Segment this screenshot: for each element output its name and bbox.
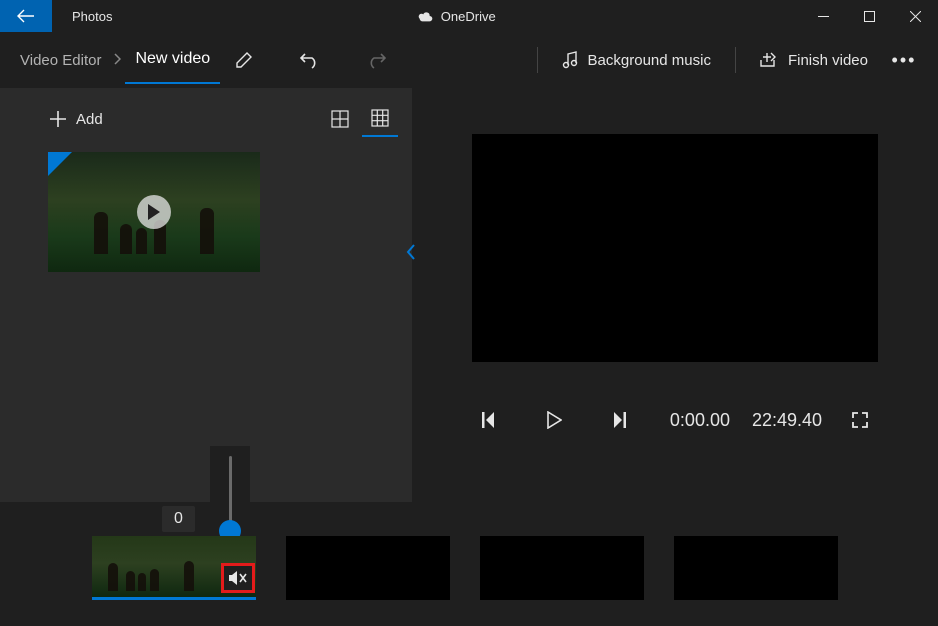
breadcrumb-root[interactable]: Video Editor	[12, 52, 109, 69]
video-preview[interactable]	[472, 134, 878, 362]
total-time: 22:49.40	[752, 410, 822, 431]
close-icon	[910, 11, 921, 22]
background-music-label: Background music	[588, 52, 711, 69]
storyboard-clip[interactable]	[480, 536, 644, 600]
close-button[interactable]	[892, 0, 938, 32]
tab-new-video[interactable]: New video	[125, 50, 220, 84]
export-icon	[760, 52, 778, 68]
add-label: Add	[76, 111, 103, 128]
title-bar: Photos OneDrive	[0, 0, 938, 32]
undo-icon	[300, 51, 320, 69]
current-time: 0:00.00	[670, 410, 730, 431]
clip-duration-label: 0	[162, 506, 195, 532]
library-clip-thumbnail[interactable]	[48, 152, 260, 272]
fullscreen-button[interactable]	[844, 404, 876, 436]
plus-icon	[50, 111, 66, 127]
back-button[interactable]	[0, 0, 52, 32]
preview-panel: 0:00.00 22:49.40	[412, 88, 938, 502]
back-arrow-icon	[17, 9, 35, 23]
play-overlay-icon	[137, 195, 171, 229]
more-button[interactable]: •••	[882, 36, 926, 84]
step-back-icon	[482, 412, 498, 428]
titlebar-center: OneDrive	[112, 9, 800, 24]
play-button[interactable]	[538, 404, 570, 436]
chevron-left-icon	[406, 243, 416, 261]
clip-thumbnail-content	[104, 557, 216, 591]
finish-video-label: Finish video	[788, 52, 868, 69]
main-area: Add	[0, 88, 938, 502]
grid-small-button[interactable]	[362, 101, 398, 137]
redo-button[interactable]	[352, 36, 400, 84]
toolbar-separator	[537, 47, 538, 73]
expand-icon	[851, 411, 869, 429]
toolbar-separator	[735, 47, 736, 73]
cloud-icon	[417, 10, 433, 22]
onedrive-label[interactable]: OneDrive	[441, 9, 496, 24]
volume-muted-icon	[229, 571, 247, 585]
maximize-button[interactable]	[846, 0, 892, 32]
library-header: Add	[0, 88, 412, 150]
minimize-button[interactable]	[800, 0, 846, 32]
prev-frame-button[interactable]	[474, 404, 506, 436]
undo-button[interactable]	[286, 36, 334, 84]
background-music-button[interactable]: Background music	[548, 36, 725, 84]
finish-video-button[interactable]: Finish video	[746, 36, 882, 84]
storyboard-clip[interactable]	[674, 536, 838, 600]
storyboard: 0	[0, 502, 938, 614]
toolbar-left: Video Editor New video	[12, 36, 400, 84]
maximize-icon	[864, 11, 875, 22]
minimize-icon	[818, 11, 829, 22]
pencil-icon	[235, 51, 253, 69]
step-forward-icon	[610, 412, 626, 428]
next-frame-button[interactable]	[602, 404, 634, 436]
window-controls	[800, 0, 938, 32]
selected-corner-badge	[48, 152, 72, 176]
grid-2x2-icon	[331, 110, 349, 128]
storyboard-clip[interactable]	[286, 536, 450, 600]
chevron-right-icon	[109, 52, 125, 68]
more-icon: •••	[892, 50, 917, 71]
play-icon	[546, 411, 562, 429]
rename-button[interactable]	[220, 36, 268, 84]
grid-3x3-icon	[371, 109, 389, 127]
player-controls: 0:00.00 22:49.40	[474, 404, 876, 436]
grid-large-button[interactable]	[322, 101, 358, 137]
collapse-panel-button[interactable]	[396, 220, 426, 284]
music-note-icon	[562, 51, 578, 69]
clip-mute-button[interactable]	[221, 563, 255, 593]
app-title: Photos	[72, 9, 112, 24]
add-button[interactable]: Add	[50, 111, 103, 128]
storyboard-clip[interactable]: 0	[92, 536, 256, 600]
toolbar: Video Editor New video Background music …	[0, 32, 938, 88]
project-library-panel: Add	[0, 88, 412, 502]
redo-icon	[366, 51, 386, 69]
